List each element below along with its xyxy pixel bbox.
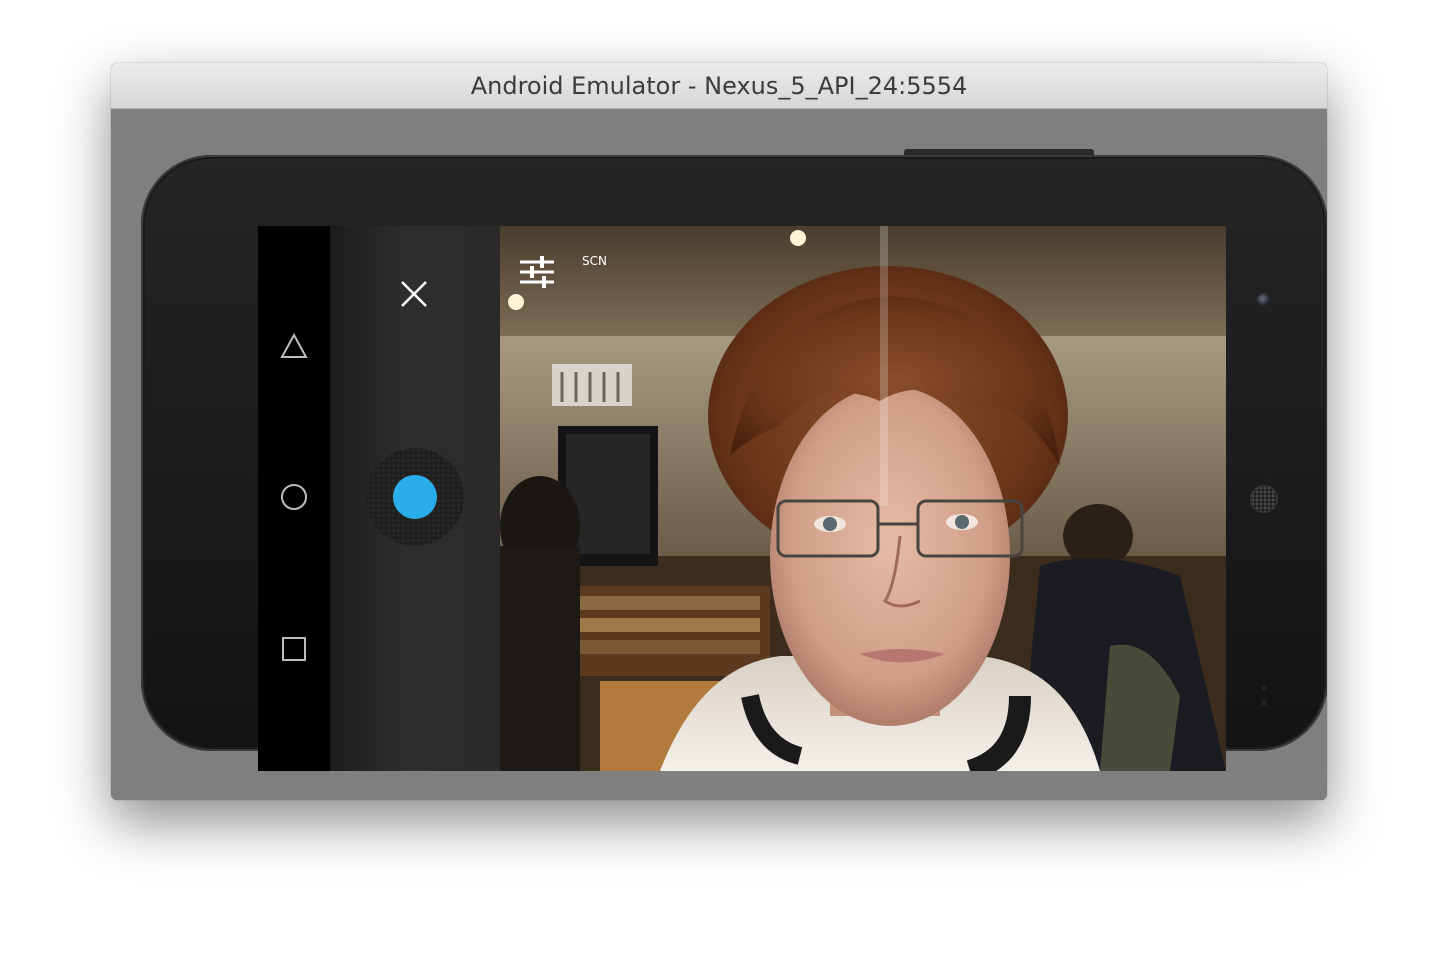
sliders-icon: [520, 256, 554, 288]
viewfinder-controls: SCN: [520, 254, 607, 288]
sensor-dot: [1261, 700, 1267, 706]
nav-home-button[interactable]: [276, 479, 312, 515]
camera-controls: [330, 226, 500, 771]
window-title: Android Emulator - Nexus_5_API_24:5554: [470, 71, 968, 100]
camera-viewfinder[interactable]: SCN: [500, 226, 1226, 771]
viewfinder-image: [500, 226, 1226, 771]
front-camera-icon: [1257, 293, 1271, 307]
speaker-grill-icon: [1251, 486, 1277, 512]
close-camera-button[interactable]: [396, 276, 432, 312]
sensor-dot: [1261, 685, 1267, 691]
title-bar[interactable]: Android Emulator - Nexus_5_API_24:5554: [111, 63, 1327, 109]
shutter-ring: [366, 448, 464, 546]
emulator-frame: SCN: [111, 109, 1327, 800]
close-icon: [401, 281, 427, 307]
circle-home-icon: [281, 484, 307, 510]
square-recents-icon: [282, 637, 306, 661]
shutter-button[interactable]: [393, 475, 437, 519]
nav-back-button[interactable]: [276, 328, 312, 364]
camera-settings-button[interactable]: [520, 256, 554, 292]
triangle-back-icon: [280, 333, 308, 358]
emulator-window: Android Emulator - Nexus_5_API_24:5554 S…: [111, 63, 1327, 800]
android-nav-bar: [258, 226, 330, 771]
device-screen: SCN: [258, 226, 1226, 771]
scene-mode-button[interactable]: SCN: [582, 254, 607, 268]
nav-recents-button[interactable]: [276, 631, 312, 667]
